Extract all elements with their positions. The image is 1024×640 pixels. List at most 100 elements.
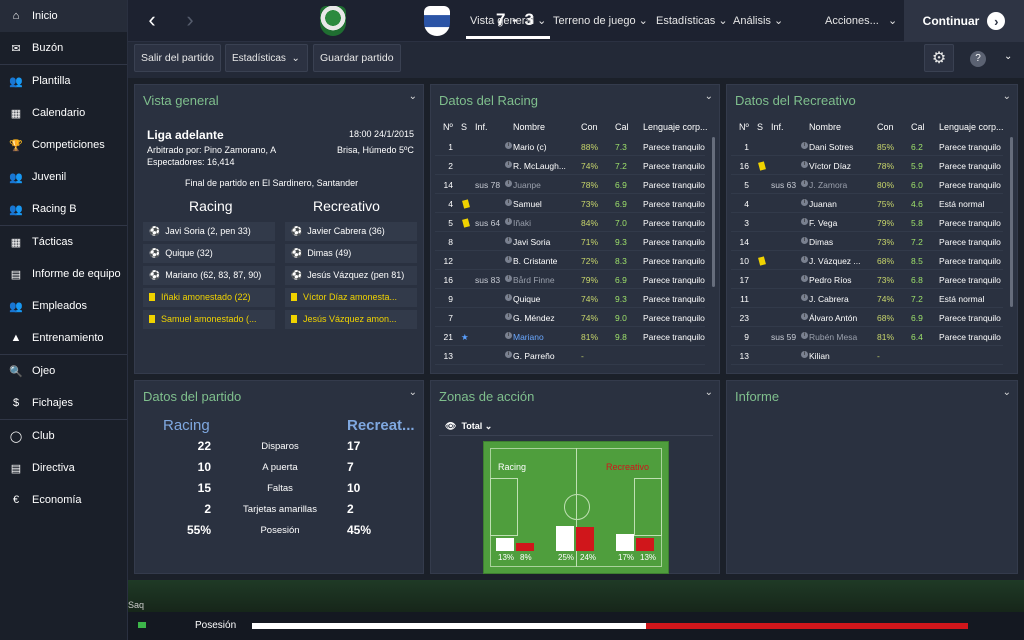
tab-estadisticas[interactable]: Estadísticas ⌄ bbox=[656, 14, 728, 27]
sidebar-item-club[interactable]: ◯ Club bbox=[0, 420, 127, 452]
sidebar-item-informe-de-equipo[interactable]: ▤ Informe de equipo bbox=[0, 258, 127, 290]
table-row[interactable]: 21 ★ i Mariano 81% 9.8 Parece tranquilo bbox=[435, 327, 705, 346]
stats-dropdown[interactable]: Estadísticas ⌄ bbox=[225, 44, 308, 72]
info-icon[interactable]: i bbox=[505, 142, 512, 149]
sidebar-item-plantilla[interactable]: 👥 Plantilla bbox=[0, 65, 127, 97]
chevron-down-icon[interactable]: ⌄ bbox=[1004, 51, 1012, 62]
chevron-down-icon[interactable]: ⌄ bbox=[409, 91, 417, 102]
cell: J. Cabrera bbox=[809, 294, 849, 304]
table-row[interactable]: 13 i G. Parreño - bbox=[435, 346, 705, 365]
table-row[interactable]: 9 i Quique 74% 9.3 Parece tranquilo bbox=[435, 289, 705, 308]
chevron-down-icon[interactable]: ⌄ bbox=[1003, 91, 1011, 102]
sidebar-item-entrenamiento[interactable]: ▲ Entrenamiento bbox=[0, 322, 127, 354]
table-row[interactable]: 4 i Juanan 75% 4.6 Está normal bbox=[731, 194, 1003, 213]
chevron-down-icon[interactable]: ⌄ bbox=[705, 387, 713, 398]
forward-icon[interactable]: › bbox=[178, 8, 202, 34]
info-icon[interactable]: i bbox=[505, 294, 512, 301]
info-icon[interactable]: i bbox=[505, 237, 512, 244]
info-icon[interactable]: i bbox=[505, 313, 512, 320]
column-header: Nº bbox=[739, 122, 749, 132]
sidebar-item-racing-b[interactable]: 👥 Racing B bbox=[0, 193, 127, 225]
info-icon[interactable]: i bbox=[505, 199, 512, 206]
sidebar-item-buzón[interactable]: ✉ Buzón bbox=[0, 32, 127, 64]
sidebar-item-ojeo[interactable]: 🔍 Ojeo bbox=[0, 355, 127, 387]
sidebar-item-tácticas[interactable]: ▦ Tácticas bbox=[0, 226, 127, 258]
info-icon[interactable]: i bbox=[801, 275, 808, 282]
info-icon[interactable]: i bbox=[505, 218, 512, 225]
ball-icon: ⚽ bbox=[291, 270, 303, 280]
info-icon[interactable]: i bbox=[801, 237, 808, 244]
possession-bar-area: Posesión bbox=[128, 612, 1024, 640]
table-row[interactable]: 9 sus 59 i Rubén Mesa 81% 6.4 Parece tranquilo bbox=[731, 327, 1003, 346]
info-icon[interactable]: i bbox=[801, 180, 808, 187]
tab-analisis[interactable]: Análisis ⌄ bbox=[733, 14, 783, 27]
table-row[interactable]: 5 sus 64 i Iñaki 84% 7.0 Parece tranquilo bbox=[435, 213, 705, 232]
table-row[interactable]: 13 i Kilian - bbox=[731, 346, 1003, 365]
info-icon[interactable]: i bbox=[505, 180, 512, 187]
table-row[interactable]: 23 i Álvaro Antón 68% 6.9 Parece tranquilo bbox=[731, 308, 1003, 327]
info-icon[interactable]: i bbox=[505, 161, 512, 168]
chevron-down-icon[interactable]: ⌄ bbox=[705, 91, 713, 102]
chevron-down-icon[interactable]: ⌄ bbox=[409, 387, 417, 398]
sidebar-item-fichajes[interactable]: $ Fichajes bbox=[0, 387, 127, 419]
sidebar-item-inicio[interactable]: ⌂ Inicio bbox=[0, 0, 127, 32]
table-row[interactable]: 17 i Pedro Ríos 73% 6.8 Parece tranquilo bbox=[731, 270, 1003, 289]
chevron-down-icon[interactable]: ⌄ bbox=[1003, 387, 1011, 398]
sidebar-item-directiva[interactable]: ▤ Directiva bbox=[0, 452, 127, 484]
table-row[interactable]: 1 i Mario (c) 88% 7.3 Parece tranquilo bbox=[435, 137, 705, 156]
info-icon[interactable]: i bbox=[801, 161, 808, 168]
table-row[interactable]: 10 i J. Vázquez ... 68% 8.5 Parece tranquilo bbox=[731, 251, 1003, 270]
sidebar-item-economía[interactable]: € Economía bbox=[0, 484, 127, 516]
zones-filter-dropdown[interactable]: 👁 Total ⌄ bbox=[445, 421, 492, 432]
info-icon[interactable]: i bbox=[505, 275, 512, 282]
info-icon[interactable]: i bbox=[801, 256, 808, 263]
info-icon[interactable]: i bbox=[505, 351, 512, 358]
table-row[interactable]: 3 i F. Vega 79% 5.8 Parece tranquilo bbox=[731, 213, 1003, 232]
table-row[interactable]: 5 sus 63 i J. Zamora 80% 6.0 Parece tranquilo bbox=[731, 175, 1003, 194]
info-icon[interactable]: i bbox=[801, 313, 808, 320]
column-header: Con bbox=[877, 122, 894, 132]
save-match-button[interactable]: Guardar partido bbox=[313, 44, 401, 72]
info-icon[interactable]: i bbox=[801, 218, 808, 225]
back-icon[interactable]: ‹ bbox=[140, 8, 164, 34]
table-row[interactable]: 11 i J. Cabrera 74% 7.2 Está normal bbox=[731, 289, 1003, 308]
scrollbar[interactable] bbox=[712, 137, 715, 287]
continue-button[interactable]: Continuar › bbox=[904, 0, 1024, 42]
sidebar-item-juvenil[interactable]: 👥 Juvenil bbox=[0, 161, 127, 193]
cell: 74% bbox=[877, 294, 895, 304]
table-row[interactable]: 4 i Samuel 73% 6.9 Parece tranquilo bbox=[435, 194, 705, 213]
table-row[interactable]: 16 i Víctor Díaz 78% 5.9 Parece tranquilo bbox=[731, 156, 1003, 175]
cell: 84% bbox=[581, 218, 599, 228]
table-row[interactable]: 7 i G. Méndez 74% 9.0 Parece tranquilo bbox=[435, 308, 705, 327]
info-icon[interactable]: i bbox=[801, 294, 808, 301]
info-icon[interactable]: i bbox=[801, 142, 808, 149]
info-icon[interactable]: i bbox=[505, 256, 512, 263]
table-row[interactable]: 8 i Javi Soria 71% 9.3 Parece tranquilo bbox=[435, 232, 705, 251]
info-icon[interactable]: i bbox=[505, 332, 512, 339]
cell: Parece tranquilo bbox=[643, 161, 705, 171]
table-row[interactable]: 14 sus 78 i Juanpe 78% 6.9 Parece tranquilo bbox=[435, 175, 705, 194]
info-icon[interactable]: i bbox=[801, 351, 808, 358]
sidebar-item-empleados[interactable]: 👥 Empleados bbox=[0, 290, 127, 322]
exit-match-button[interactable]: Salir del partido bbox=[134, 44, 221, 72]
sidebar-item-calendario[interactable]: ▦ Calendario bbox=[0, 97, 127, 129]
table-row[interactable]: 14 i Dimas 73% 7.2 Parece tranquilo bbox=[731, 232, 1003, 251]
tab-vista-general[interactable]: Vista general ⌄ bbox=[465, 14, 551, 39]
table-row[interactable]: 1 i Dani Sotres 85% 6.2 Parece tranquilo bbox=[731, 137, 1003, 156]
help-icon[interactable]: ? bbox=[970, 51, 986, 67]
sidebar-item-label: Competiciones bbox=[32, 139, 105, 151]
tab-terreno-de-juego[interactable]: Terreno de juego ⌄ bbox=[553, 14, 648, 27]
table-row[interactable]: 12 i B. Cristante 72% 8.3 Parece tranquilo bbox=[435, 251, 705, 270]
info-icon[interactable]: i bbox=[801, 332, 808, 339]
cell: 81% bbox=[581, 332, 599, 342]
table-row[interactable]: 2 i R. McLaugh... 74% 7.2 Parece tranquilo bbox=[435, 156, 705, 175]
table-row[interactable]: 16 sus 83 i Bård Finne 79% 6.9 Parece tranquil… bbox=[435, 270, 705, 289]
actions-menu[interactable]: Acciones... ⌄ bbox=[825, 14, 897, 27]
gear-icon[interactable]: ⚙ bbox=[924, 44, 954, 72]
info-icon[interactable]: i bbox=[801, 199, 808, 206]
scrollbar[interactable] bbox=[1010, 137, 1013, 307]
zone-label-away: 24% bbox=[580, 553, 597, 562]
left-box bbox=[490, 478, 518, 536]
sidebar-item-competiciones[interactable]: 🏆 Competiciones bbox=[0, 129, 127, 161]
cell: 68% bbox=[877, 313, 895, 323]
